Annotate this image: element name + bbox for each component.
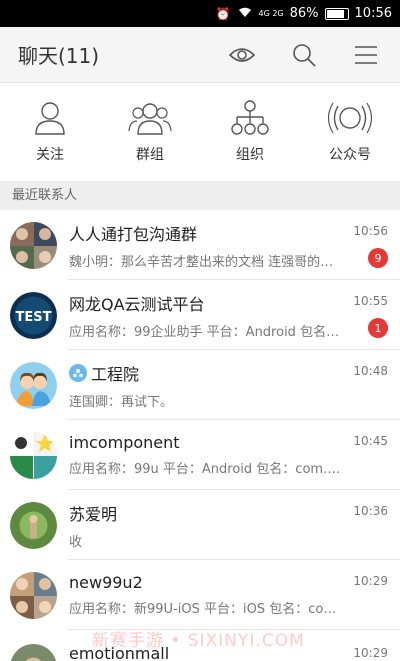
group-avatar (10, 221, 57, 269)
conversation-time: 10:48 (353, 364, 388, 378)
quick-follow[interactable]: 关注 (0, 83, 100, 181)
conversation-preview: 连国卿：再试下。 (69, 394, 174, 410)
conversation-name: 人人通打包沟通群 (69, 224, 198, 244)
recent-contacts-header: 最近联系人 (0, 182, 400, 210)
conversation-time: 10:36 (353, 504, 388, 518)
conversation-name: 苏爱明 (69, 504, 118, 524)
conversation-row[interactable]: imcomponent 应用名称：99u 平台：Android 包名：com.n… (0, 420, 400, 490)
conversation-time: 10:29 (353, 646, 388, 660)
conversation-row[interactable]: new99u2 应用名称：新99U-iOS 平台：iOS 包名：com.c… 1… (0, 560, 400, 630)
conversation-time: 10:55 (353, 294, 388, 308)
conversation-time: 10:29 (353, 574, 388, 588)
quick-org[interactable]: 组织 (200, 83, 300, 181)
conversation-row[interactable]: 人人通打包沟通群 魏小明：那么辛苦才整出来的文档 连强哥的… 10:56 9 (0, 210, 400, 280)
conversation-list: 人人通打包沟通群 魏小明：那么辛苦才整出来的文档 连强哥的… 10:56 9 T… (0, 210, 400, 661)
conversation-name: 网龙QA云测试平台 (69, 294, 205, 314)
watermark: 新赛手游 • SIXINYI.COM (92, 631, 305, 651)
test-platform-avatar: TEST (10, 291, 57, 339)
group-avatar (10, 431, 57, 479)
avatar-text: TEST (16, 310, 52, 325)
eye-icon[interactable] (222, 35, 262, 75)
org-tree-icon (231, 100, 269, 135)
broadcast-icon (328, 102, 372, 134)
conversation-name: new99u2 (69, 573, 143, 592)
page-title: 聊天(11) (18, 44, 100, 68)
group-avatar (10, 644, 57, 661)
quick-actions: 关注 群组 组织 公众号 (0, 83, 400, 182)
quick-org-label: 组织 (236, 147, 264, 163)
conversation-preview: 魏小明：那么辛苦才整出来的文档 连强哥的… (69, 254, 334, 270)
clock: 10:56 (354, 6, 392, 21)
quick-groups-label: 群组 (136, 147, 164, 163)
group-avatar (10, 571, 57, 619)
top-bar: 聊天(11) (0, 27, 400, 83)
battery-icon (324, 7, 349, 20)
group-badge-icon (69, 363, 87, 382)
search-icon[interactable] (284, 35, 324, 75)
conversation-time: 10:45 (353, 434, 388, 448)
conversation-row[interactable]: 工程院 连国卿：再试下。 10:48 (0, 350, 400, 420)
unread-badge: 9 (368, 248, 388, 268)
quick-follow-label: 关注 (36, 147, 64, 163)
status-bar: ⏰ 4G 2G 86% 10:56 (0, 0, 400, 27)
group-icon (128, 103, 172, 135)
menu-icon[interactable] (346, 35, 386, 75)
signal-icon: 4G 2G (258, 8, 284, 18)
battery-percent: 86% (289, 6, 319, 21)
quick-public[interactable]: 公众号 (300, 83, 400, 181)
conversation-time: 10:56 (353, 224, 388, 238)
group-avatar (10, 361, 57, 409)
alarm-icon: ⏰ (215, 6, 231, 21)
conversation-row[interactable]: TEST 网龙QA云测试平台 应用名称：99企业助手 平台：Android 包名… (0, 280, 400, 350)
quick-public-label: 公众号 (329, 147, 371, 163)
unread-badge: 1 (368, 318, 388, 338)
conversation-name: 工程院 (91, 364, 140, 384)
wifi-icon (237, 6, 253, 21)
user-avatar (10, 501, 57, 549)
conversation-preview: 收 (69, 534, 83, 550)
quick-groups[interactable]: 群组 (100, 83, 200, 181)
conversation-row[interactable]: 苏爱明 收 10:36 (0, 490, 400, 560)
person-icon (35, 102, 65, 135)
conversation-preview: 应用名称：99u 平台：Android 包名：com.nd.… (69, 462, 344, 477)
conversation-preview: 应用名称：新99U-iOS 平台：iOS 包名：com.c… (69, 602, 344, 617)
conversation-preview: 应用名称：99企业助手 平台：Android 包名：… (69, 324, 344, 340)
conversation-name: imcomponent (69, 433, 180, 452)
